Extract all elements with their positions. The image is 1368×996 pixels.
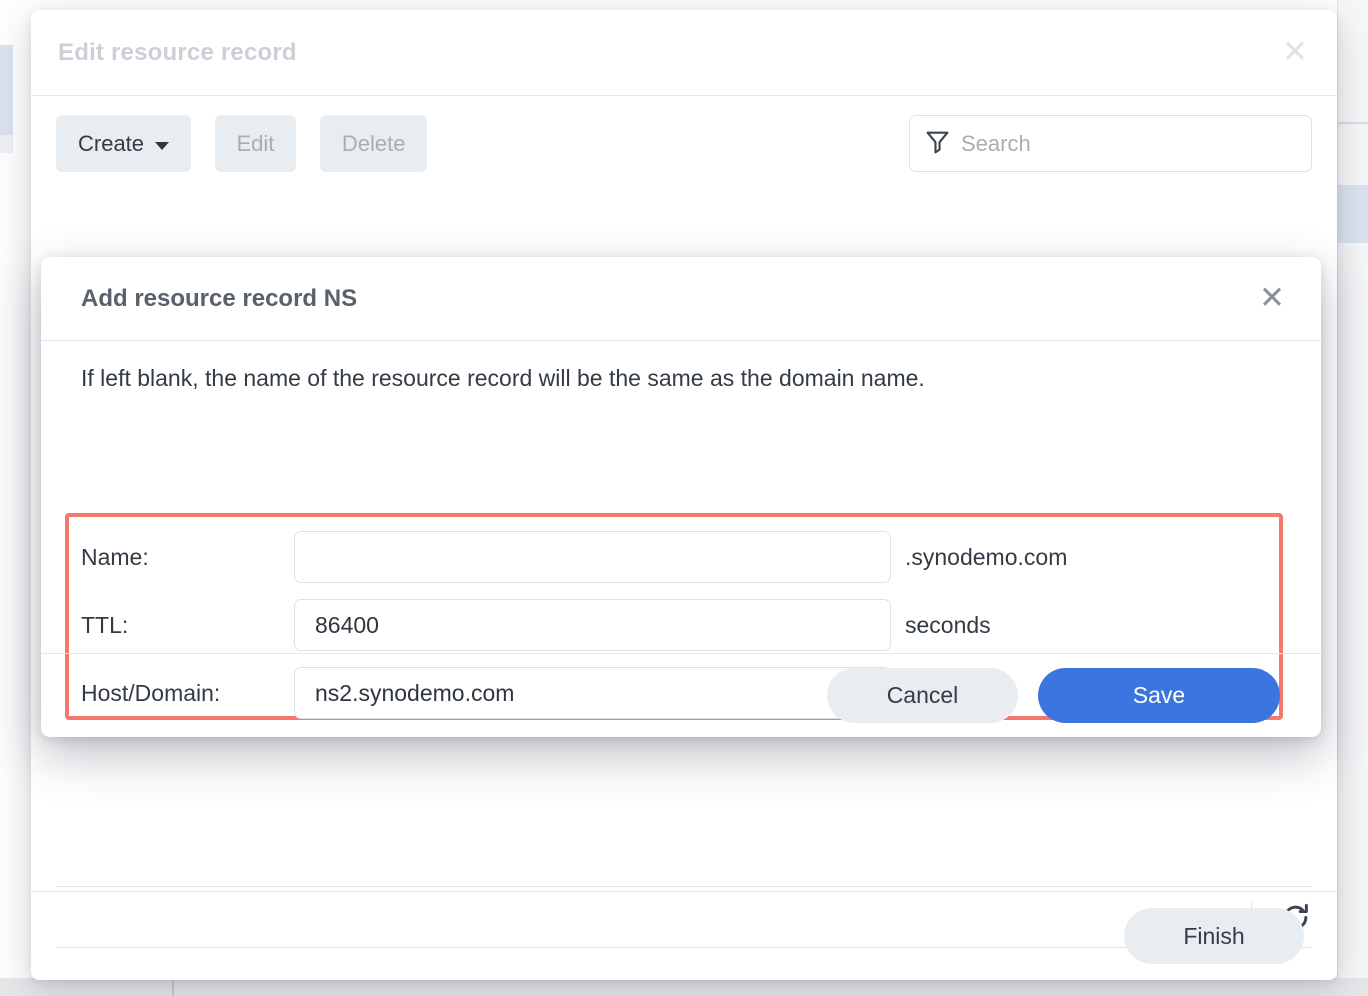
close-icon[interactable]: ✕ — [1273, 31, 1317, 75]
name-field-label: Name: — [81, 544, 294, 571]
name-field-suffix: .synodemo.com — [905, 544, 1067, 571]
delete-button-label: Delete — [342, 131, 406, 157]
add-resource-record-ns-modal: Add resource record NS ✕ If left blank, … — [41, 257, 1321, 737]
cancel-button[interactable]: Cancel — [827, 668, 1018, 723]
modal-footer: Cancel Save — [41, 653, 1321, 737]
ttl-input[interactable] — [294, 599, 891, 651]
edit-button[interactable]: Edit — [215, 115, 297, 172]
modal-title: Add resource record NS — [81, 285, 357, 313]
form-row-name: Name: .synodemo.com — [81, 523, 1271, 591]
search-input[interactable]: Search — [961, 131, 1031, 157]
close-icon[interactable]: ✕ — [1251, 278, 1293, 320]
save-button-label: Save — [1133, 682, 1185, 708]
ttl-field-label: TTL: — [81, 612, 294, 639]
save-button[interactable]: Save — [1038, 668, 1280, 723]
modal-header: Add resource record NS ✕ — [41, 257, 1321, 341]
finish-button-label: Finish — [1183, 923, 1244, 949]
delete-button[interactable]: Delete — [320, 115, 428, 172]
edit-dialog-footer: Finish — [31, 891, 1337, 980]
background-right-panel — [1337, 0, 1368, 996]
background-bottom-bar — [0, 978, 1368, 996]
hint-text: If left blank, the name of the resource … — [81, 365, 925, 392]
edit-button-label: Edit — [237, 131, 275, 157]
background-bottom-divider — [172, 978, 174, 996]
record-toolbar: Create Edit Delete Search — [56, 115, 1312, 173]
ttl-field-suffix: seconds — [905, 612, 991, 639]
page-title: Edit resource record — [58, 39, 297, 67]
chevron-down-icon — [155, 142, 169, 150]
background-right-divider — [1337, 122, 1368, 124]
name-input[interactable] — [294, 531, 891, 583]
finish-button[interactable]: Finish — [1124, 908, 1304, 964]
edit-dialog-header: Edit resource record ✕ — [31, 10, 1337, 96]
cancel-button-label: Cancel — [887, 682, 959, 708]
create-button[interactable]: Create — [56, 115, 191, 172]
filter-icon — [924, 128, 951, 160]
search-box[interactable]: Search — [909, 115, 1312, 172]
modal-body: If left blank, the name of the resource … — [41, 341, 1321, 653]
form-row-ttl: TTL: seconds — [81, 591, 1271, 659]
background-selected-row — [1337, 185, 1368, 243]
background-left-accent — [0, 45, 13, 135]
create-button-label: Create — [78, 131, 144, 157]
background-left-accent-secondary — [0, 135, 13, 153]
